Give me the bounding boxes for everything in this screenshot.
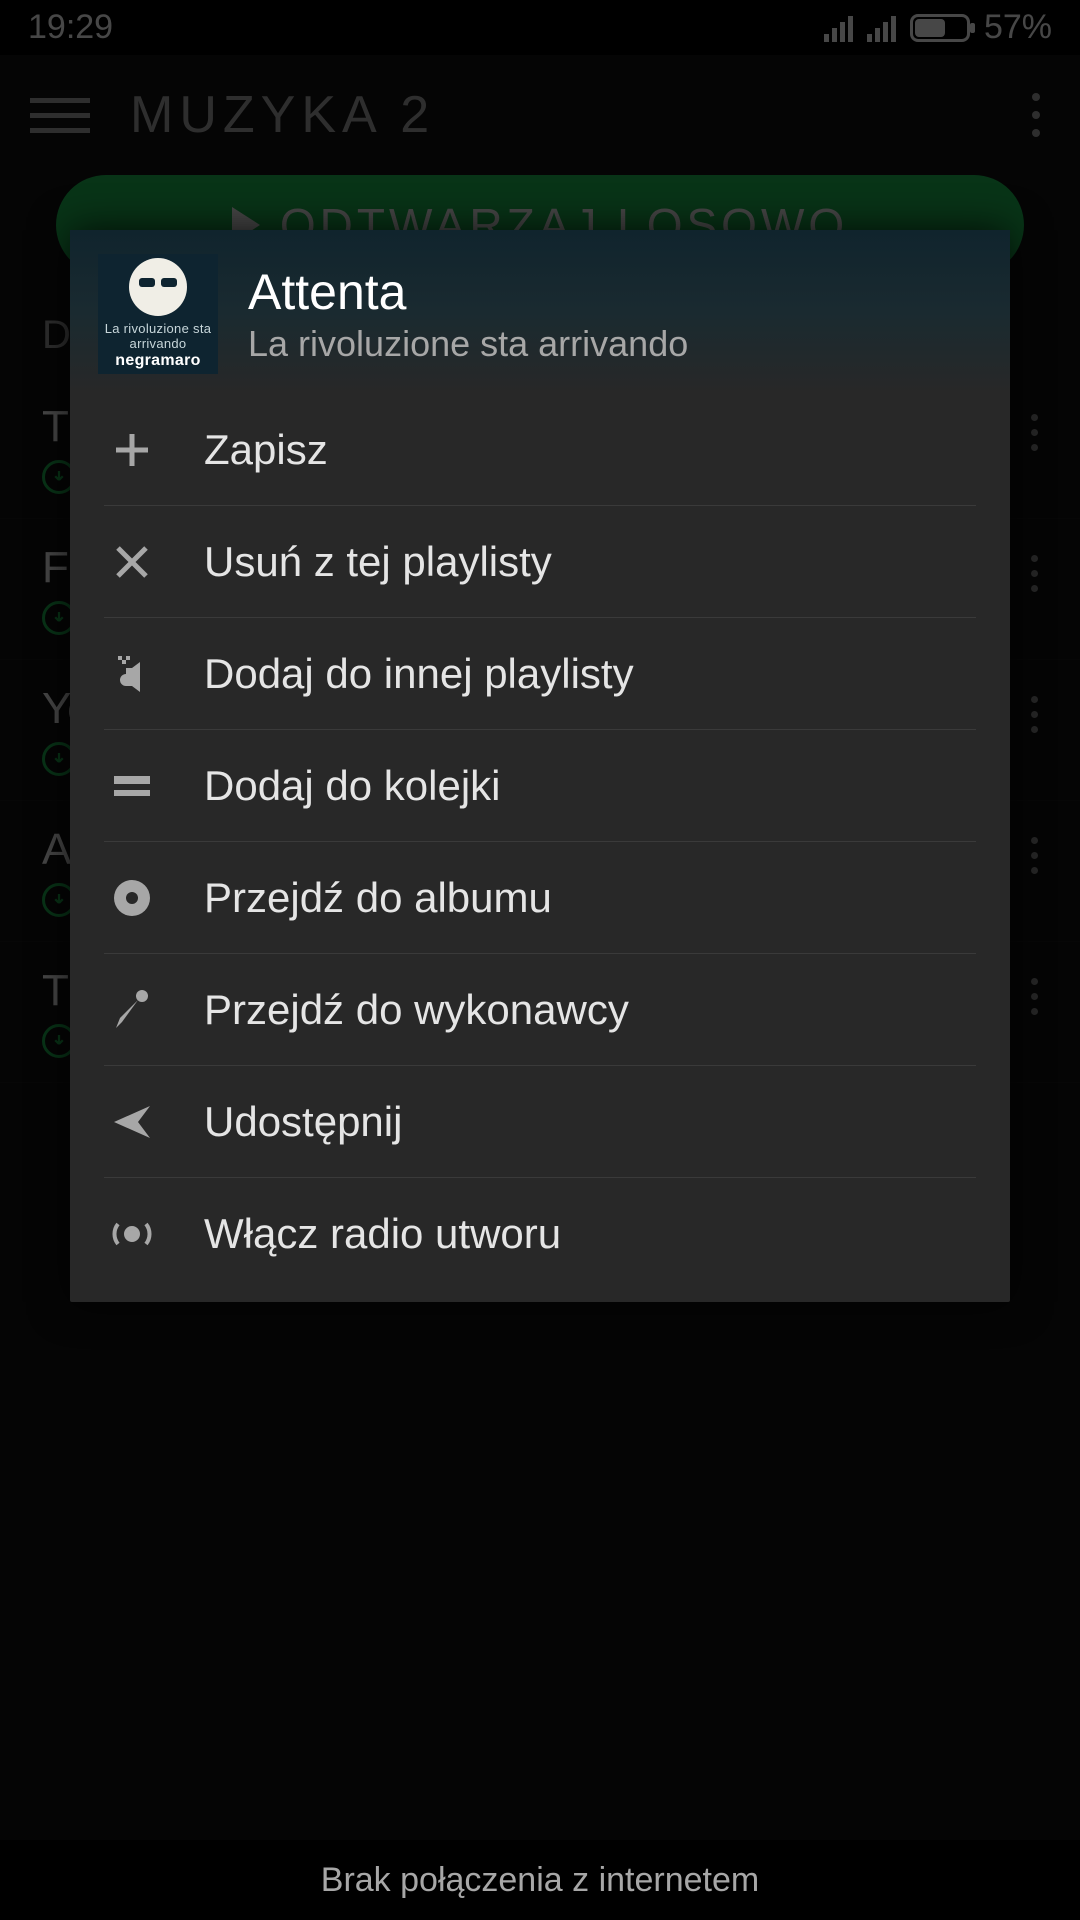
album-artist: negramaro	[98, 352, 218, 370]
dialog-song-title: Attenta	[248, 263, 688, 321]
menu-start-radio[interactable]: Włącz radio utworu	[104, 1178, 976, 1290]
x-icon	[104, 538, 160, 586]
radio-icon	[104, 1210, 160, 1258]
offline-banner: Brak połączenia z internetem	[0, 1840, 1080, 1920]
menu-remove-from-playlist[interactable]: Usuń z tej playlisty	[104, 506, 976, 618]
menu-label: Usuń z tej playlisty	[204, 538, 552, 586]
queue-icon	[104, 762, 160, 810]
menu-add-to-queue[interactable]: Dodaj do kolejki	[104, 730, 976, 842]
menu-label: Dodaj do innej playlisty	[204, 650, 634, 698]
artist-icon	[104, 986, 160, 1034]
track-context-menu: La rivoluzione sta arrivando negramaro A…	[70, 230, 1010, 1302]
menu-label: Udostępnij	[204, 1098, 402, 1146]
menu-go-to-album[interactable]: Przejdź do albumu	[104, 842, 976, 954]
dialog-song-subtitle: La rivoluzione sta arrivando	[248, 323, 688, 365]
menu-label: Przejdź do albumu	[204, 874, 552, 922]
menu-save[interactable]: Zapisz	[104, 394, 976, 506]
add-to-playlist-icon	[104, 650, 160, 698]
menu-list: Zapisz Usuń z tej playlisty Dodaj do inn…	[70, 394, 1010, 1302]
offline-text: Brak połączenia z internetem	[321, 1861, 759, 1900]
menu-add-to-other-playlist[interactable]: Dodaj do innej playlisty	[104, 618, 976, 730]
menu-go-to-artist[interactable]: Przejdź do wykonawcy	[104, 954, 976, 1066]
share-icon	[104, 1098, 160, 1146]
menu-label: Dodaj do kolejki	[204, 762, 501, 810]
album-icon	[104, 874, 160, 922]
album-subtitle: La rivoluzione sta arrivando	[105, 321, 212, 351]
menu-label: Zapisz	[204, 426, 328, 474]
menu-label: Przejdź do wykonawcy	[204, 986, 629, 1034]
menu-share[interactable]: Udostępnij	[104, 1066, 976, 1178]
plus-icon	[104, 426, 160, 474]
album-art: La rivoluzione sta arrivando negramaro	[98, 254, 218, 374]
menu-label: Włącz radio utworu	[204, 1210, 561, 1258]
dialog-header: La rivoluzione sta arrivando negramaro A…	[70, 230, 1010, 394]
